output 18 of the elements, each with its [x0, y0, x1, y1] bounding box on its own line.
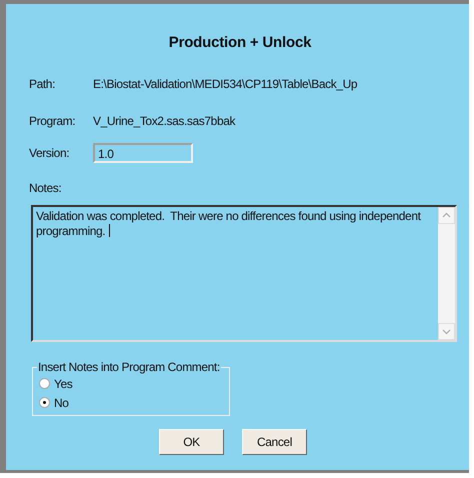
- cancel-button[interactable]: Cancel: [242, 429, 307, 455]
- scroll-up-icon[interactable]: [438, 207, 455, 224]
- field-label: Path:: [29, 76, 56, 90]
- group-legend: Insert Notes into Program Comment:: [37, 360, 221, 374]
- scroll-down-icon[interactable]: [438, 323, 455, 340]
- radio-button[interactable]: [39, 397, 50, 408]
- radio-label: Yes: [54, 376, 72, 390]
- version-field[interactable]: 1.0: [93, 143, 193, 163]
- field-value: V_Urine_Tox2.sas.sas7bbak: [93, 114, 236, 128]
- radio-label: No: [54, 396, 69, 410]
- notes-label: Notes:: [29, 181, 62, 195]
- dialog-title: Production + Unlock: [168, 34, 312, 51]
- field-label: Version:: [29, 146, 70, 160]
- field-label: Program:: [29, 114, 76, 128]
- field-value: E:\Biostat-Validation\MEDI534\CP119\Table\Back_Up: [93, 76, 358, 90]
- radio-button[interactable]: [39, 378, 50, 389]
- ok-button[interactable]: OK: [159, 429, 224, 455]
- notes-field[interactable]: Validation was completed. Their were no differences found using independent programming.: [31, 205, 457, 342]
